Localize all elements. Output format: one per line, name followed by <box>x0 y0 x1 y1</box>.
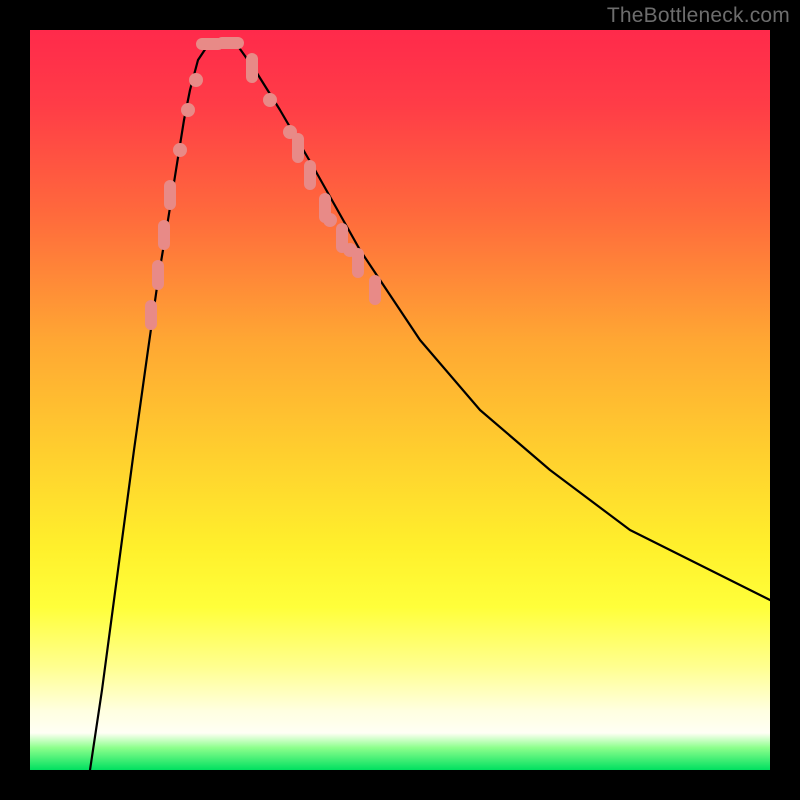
data-marker <box>152 260 164 290</box>
data-marker <box>145 300 157 330</box>
data-marker <box>164 180 176 210</box>
bottleneck-curve <box>90 42 770 770</box>
data-marker <box>173 143 187 157</box>
data-marker <box>336 223 348 253</box>
data-marker <box>304 160 316 190</box>
data-marker <box>181 103 195 117</box>
data-marker <box>292 133 304 163</box>
data-marker <box>323 213 337 227</box>
curve-layer <box>30 30 770 770</box>
data-marker <box>246 53 258 83</box>
data-marker <box>352 248 364 278</box>
data-marker <box>158 220 170 250</box>
chart-frame: TheBottleneck.com <box>0 0 800 800</box>
data-marker <box>189 73 203 87</box>
data-marker <box>369 275 381 305</box>
plot-area <box>30 30 770 770</box>
watermark-text: TheBottleneck.com <box>607 4 790 28</box>
bottleneck-curve-path <box>90 42 770 770</box>
data-marker <box>216 37 244 49</box>
data-marker <box>263 93 277 107</box>
